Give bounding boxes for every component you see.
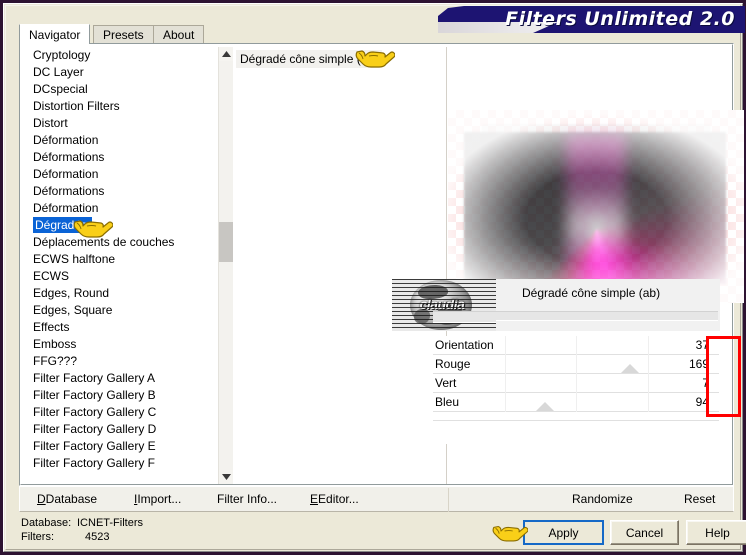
- preview-edge-fade: [448, 110, 744, 303]
- slider-tick: [647, 393, 649, 412]
- list-item[interactable]: Déformation: [23, 132, 229, 149]
- slider-panel-footer: [433, 420, 719, 444]
- window-frame-inner: Filters Unlimited 2.0 Navigator Presets …: [5, 5, 746, 552]
- list-item[interactable]: Distort: [23, 115, 229, 132]
- tab-presets[interactable]: Presets: [93, 25, 154, 43]
- slider-tick: [504, 336, 506, 355]
- filter-info-link-label: Filter Info...: [217, 492, 278, 506]
- filters-label: Filters:: [21, 531, 54, 543]
- slider-thumb-bleu[interactable]: [535, 402, 554, 411]
- status-bar: Database: ICNET-Filters Filters: 4523 Ap…: [19, 514, 746, 552]
- list-item[interactable]: Déformation: [23, 200, 229, 217]
- scroll-down-icon[interactable]: [219, 470, 233, 484]
- slider-tick: [576, 393, 577, 412]
- list-item[interactable]: Filter Factory Gallery E: [23, 438, 229, 455]
- list-item[interactable]: Filter Factory Gallery F: [23, 455, 229, 472]
- parameter-sliders: Orientation 37 Rouge 169 Vert 7 Bleu 94: [433, 336, 719, 420]
- slider-row-orientation[interactable]: Orientation 37: [433, 336, 719, 355]
- window-frame-outer: Filters Unlimited 2.0 Navigator Presets …: [3, 3, 746, 552]
- action-bar-separator: [448, 488, 449, 512]
- tab-about[interactable]: About: [153, 25, 205, 43]
- slider-label-rouge: Rouge: [435, 357, 471, 371]
- slider-tick: [647, 355, 649, 374]
- list-item-selected-row[interactable]: Dégradés: [23, 217, 229, 234]
- slider-thumb-rouge[interactable]: [621, 364, 640, 373]
- slider-tick: [504, 393, 506, 412]
- list-item[interactable]: ECWS halftone: [23, 251, 229, 268]
- slider-tick: [504, 374, 506, 393]
- slider-row-rouge[interactable]: Rouge 169: [433, 355, 719, 374]
- scroll-up-icon[interactable]: [219, 47, 233, 61]
- slider-value-vert: 7: [702, 376, 709, 390]
- filter-preview: [448, 110, 744, 303]
- list-item[interactable]: Edges, Square: [23, 302, 229, 319]
- list-item[interactable]: Effects: [23, 319, 229, 336]
- slider-label-vert: Vert: [435, 376, 457, 390]
- list-item[interactable]: Filter Factory Gallery D: [23, 421, 229, 438]
- list-item[interactable]: Déformations: [23, 183, 229, 200]
- list-item[interactable]: Edges, Round: [23, 285, 229, 302]
- randomize-link[interactable]: Randomize: [572, 492, 633, 506]
- slider-value-rouge: 169: [688, 357, 709, 371]
- action-bar: DDatabase IImport... Filter Info... EEdi…: [19, 486, 734, 512]
- import-link[interactable]: IImport...: [134, 492, 181, 506]
- list-item[interactable]: Distortion Filters: [23, 98, 229, 115]
- list-item[interactable]: Déplacements de couches: [23, 234, 229, 251]
- database-link-label: Database: [45, 492, 98, 506]
- preset-title: Dégradé cône simple (ab): [522, 286, 661, 300]
- list-item-selected[interactable]: Dégradés: [33, 217, 93, 233]
- filters-value: 4523: [85, 531, 110, 543]
- filters-unlimited-window: Filters Unlimited 2.0 Navigator Presets …: [0, 0, 746, 555]
- list-item[interactable]: Déformations: [23, 149, 229, 166]
- preset-header: Dégradé cône simple (ab): [496, 279, 720, 331]
- list-item[interactable]: ECWS: [23, 268, 229, 285]
- database-link[interactable]: DDatabase: [37, 492, 97, 506]
- filter-info-link[interactable]: Filter Info...: [217, 492, 277, 506]
- preset-scroll-track-left[interactable]: [433, 311, 496, 323]
- list-item[interactable]: FFG???: [23, 353, 229, 370]
- editor-link-label: Editor...: [318, 492, 359, 506]
- slider-value-bleu: 94: [695, 395, 709, 409]
- apply-button[interactable]: Apply: [523, 520, 604, 545]
- slider-tick: [576, 355, 577, 374]
- reset-link[interactable]: Reset: [684, 492, 715, 506]
- cancel-button[interactable]: Cancel: [610, 520, 679, 545]
- slider-row-bleu[interactable]: Bleu 94: [433, 393, 719, 412]
- list-item[interactable]: Filter Factory Gallery A: [23, 370, 229, 387]
- help-button[interactable]: Help: [686, 520, 746, 545]
- database-label: Database:: [21, 517, 72, 529]
- slider-label-orientation: Orientation: [435, 338, 494, 352]
- tab-navigator[interactable]: Navigator: [19, 24, 91, 44]
- preset-thumbnail-watermark: claudia: [392, 279, 496, 331]
- list-item[interactable]: DC Layer: [23, 64, 229, 81]
- slider-row-vert[interactable]: Vert 7: [433, 374, 719, 393]
- selected-filter-name: Dégradé cône simple (ab): [236, 50, 383, 68]
- list-item[interactable]: Filter Factory Gallery B: [23, 387, 229, 404]
- list-item[interactable]: Filter Factory Gallery C: [23, 404, 229, 421]
- slider-tick: [647, 374, 649, 393]
- slider-value-orientation: 37: [695, 338, 709, 352]
- database-value: ICNET-Filters: [77, 517, 143, 529]
- list-item[interactable]: Emboss: [23, 336, 229, 353]
- slider-tick: [647, 336, 649, 355]
- slider-tick: [576, 374, 577, 393]
- scrollbar-thumb[interactable]: [219, 222, 233, 262]
- slider-tick: [576, 336, 577, 355]
- list-item[interactable]: DCspecial: [23, 81, 229, 98]
- slider-tick: [504, 355, 506, 374]
- editor-link[interactable]: EEditor...: [310, 492, 359, 506]
- filter-category-list[interactable]: Cryptology DC Layer DCspecial Distortion…: [23, 47, 230, 484]
- list-scrollbar[interactable]: [218, 47, 233, 484]
- list-item[interactable]: Cryptology: [23, 47, 229, 64]
- tab-strip: Navigator Presets About: [19, 24, 734, 44]
- preset-scroll-track[interactable]: [496, 311, 718, 321]
- slider-label-bleu: Bleu: [435, 395, 460, 409]
- watermark-scanlines: [392, 279, 496, 331]
- list-item[interactable]: Déformation: [23, 166, 229, 183]
- import-link-label: Import...: [137, 492, 182, 506]
